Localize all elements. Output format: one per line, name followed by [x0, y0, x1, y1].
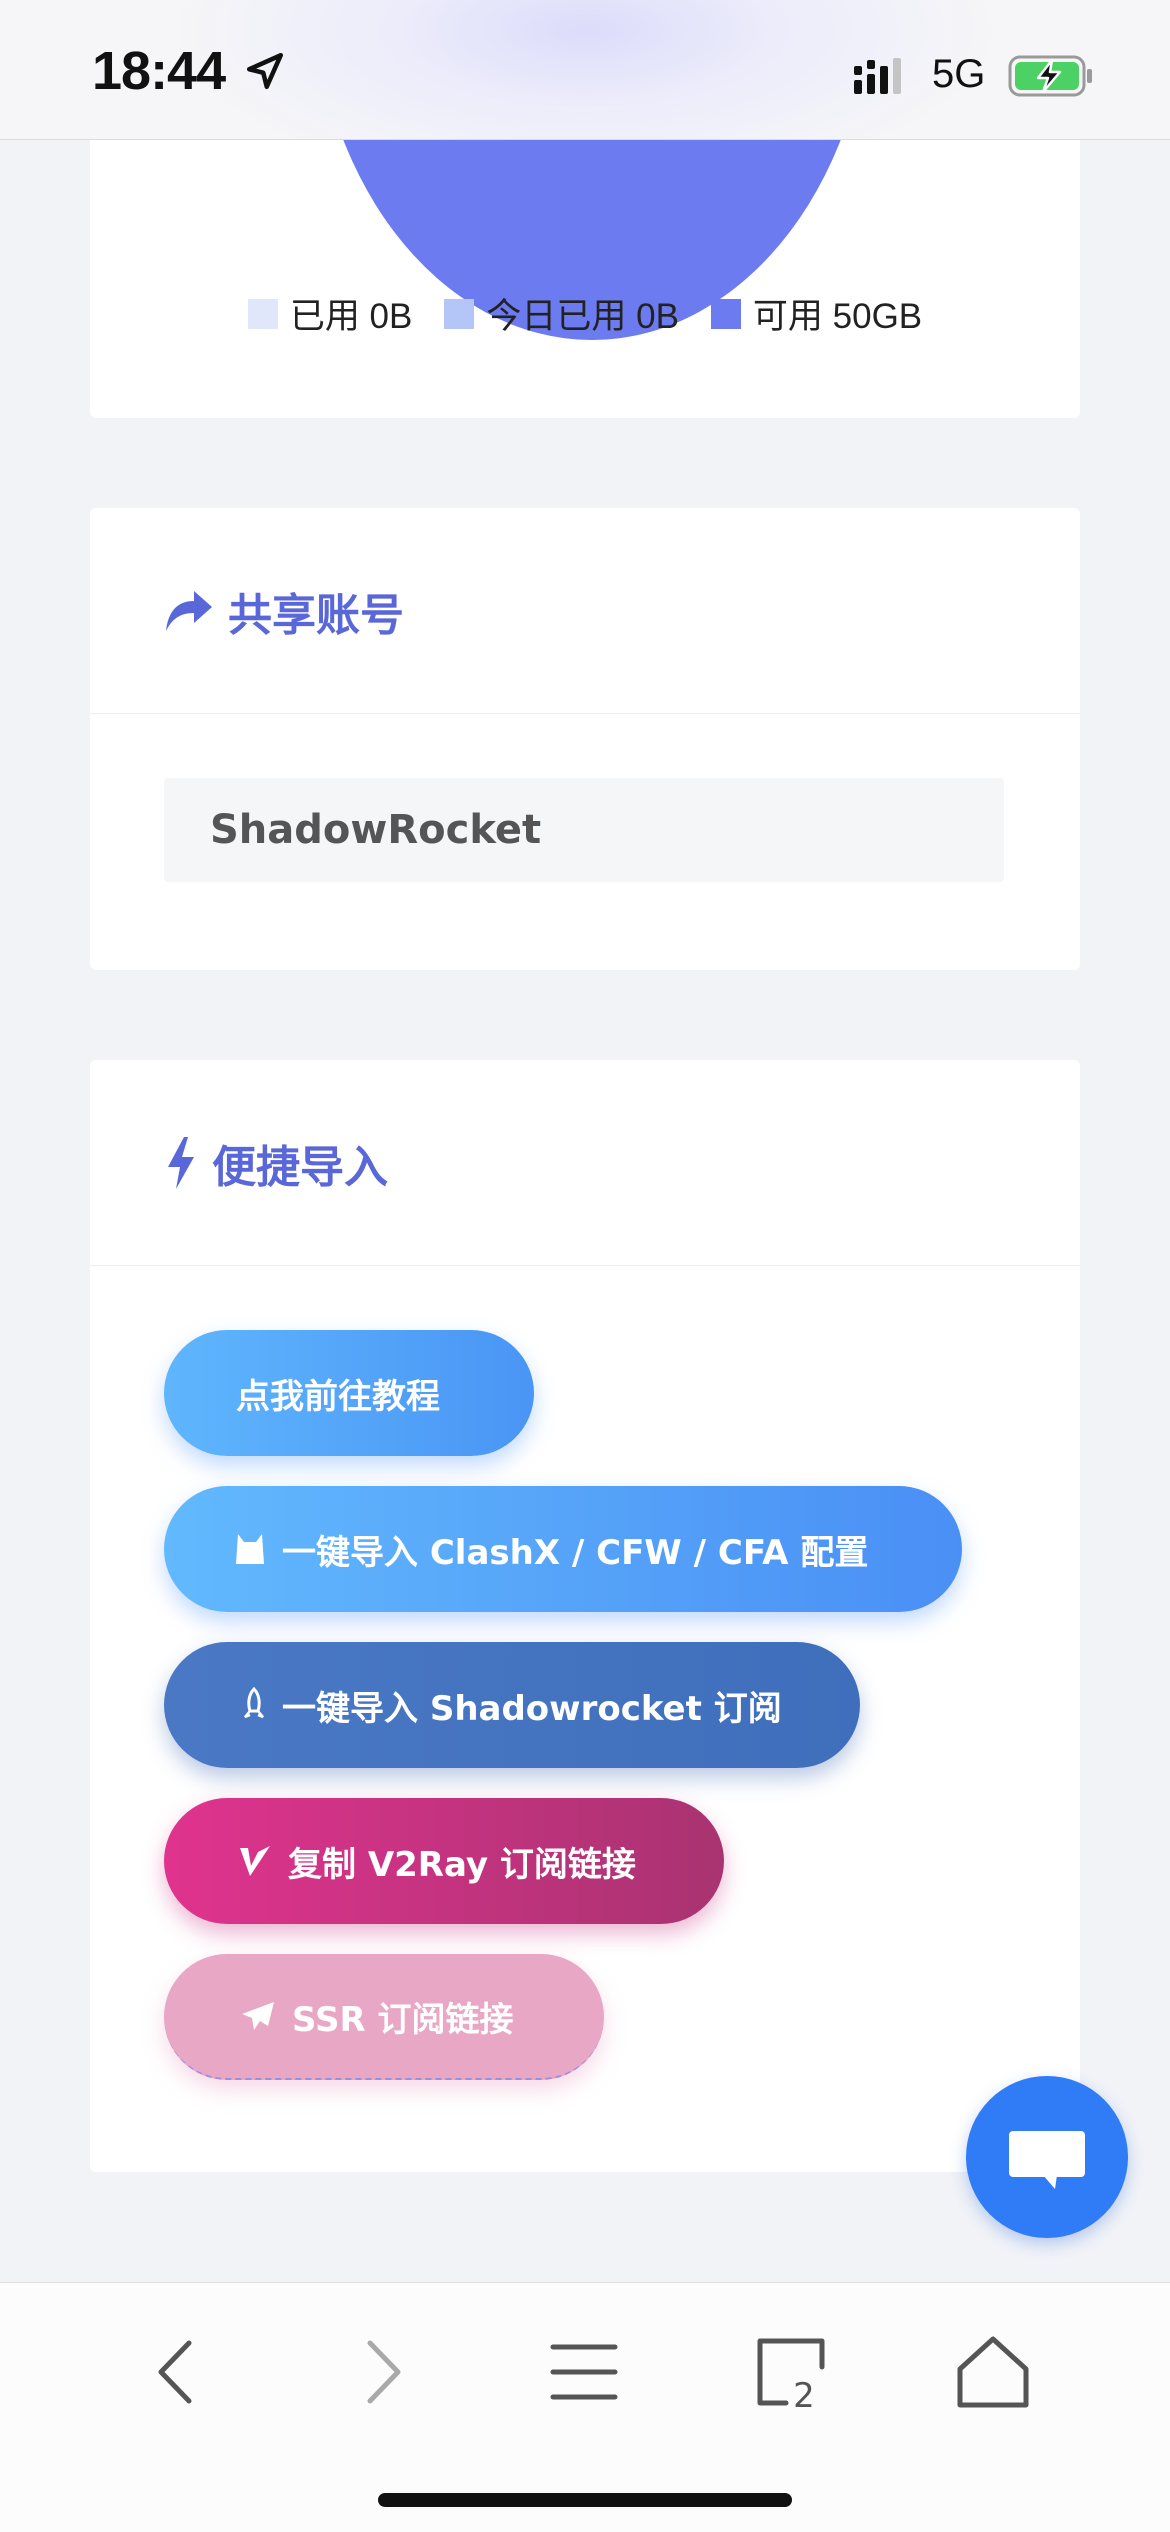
import-clash-button[interactable]: 一键导入 ClashX / CFW / CFA 配置: [164, 1486, 962, 1612]
chat-bubble-icon: [1009, 2131, 1085, 2189]
legend-item-available: 可用 50GB: [710, 288, 923, 339]
tutorial-button-label: 点我前往教程: [236, 1376, 440, 1417]
share-account-card: 共享账号 ShadowRocket: [90, 508, 1080, 970]
ssr-subscription-label: SSR 订阅链接: [292, 1999, 514, 2040]
forward-icon[interactable]: [336, 2327, 426, 2417]
copy-v2ray-button[interactable]: 复制 V2Ray 订阅链接: [164, 1798, 724, 1924]
rocket-icon: [244, 1687, 264, 1719]
home-indicator: [378, 2493, 792, 2507]
cat-icon: [236, 1534, 264, 1564]
usage-legend: 已用 0B 今日已用 0B 可用 50GB: [90, 288, 1080, 339]
back-icon[interactable]: [133, 2327, 223, 2417]
tutorial-button[interactable]: 点我前往教程: [164, 1330, 534, 1456]
legend-item-used: 已用 0B: [247, 288, 413, 339]
quick-import-title: 便捷导入: [212, 1141, 388, 1193]
signal-bars-icon: [854, 58, 901, 94]
location-arrow-icon: [246, 52, 284, 90]
quick-import-card: 便捷导入 点我前往教程 一键导入 ClashX / CFW / CFA 配置 一…: [90, 1060, 1080, 2172]
menu-icon[interactable]: [539, 2327, 629, 2417]
share-account-field[interactable]: ShadowRocket: [164, 778, 1004, 882]
tab-count: 2: [793, 2376, 815, 2416]
import-clash-label: 一键导入 ClashX / CFW / CFA 配置: [282, 1532, 869, 1573]
legend-label-used: 已用 0B: [289, 297, 413, 336]
share-forward-icon: [166, 590, 212, 631]
status-bar: 18:44 5G: [0, 0, 1170, 140]
legend-label-today: 今日已用 0B: [486, 297, 679, 336]
legend-swatch-available: [710, 298, 741, 329]
status-time: 18:44: [92, 41, 226, 101]
chat-button[interactable]: [966, 2076, 1128, 2238]
import-shadowrocket-label: 一键导入 Shadowrocket 订阅: [282, 1688, 782, 1729]
battery-charging-icon: [1008, 55, 1092, 97]
lightning-bolt-icon: [168, 1136, 194, 1189]
browser-toolbar: 2: [0, 2282, 1170, 2532]
network-type: 5G: [932, 52, 986, 96]
home-icon[interactable]: [948, 2327, 1038, 2417]
tabs-icon[interactable]: 2: [746, 2327, 836, 2417]
ssr-subscription-button[interactable]: SSR 订阅链接: [164, 1954, 604, 2080]
legend-label-available: 可用 50GB: [752, 297, 923, 336]
quick-import-header: 便捷导入: [90, 1060, 1080, 1266]
legend-swatch-used: [247, 298, 278, 329]
copy-v2ray-label: 复制 V2Ray 订阅链接: [288, 1844, 636, 1885]
share-account-header: 共享账号: [90, 508, 1080, 714]
v2ray-logo-icon: [240, 1846, 270, 1876]
legend-item-today: 今日已用 0B: [444, 288, 679, 339]
usage-card: 已用 0B 今日已用 0B 可用 50GB: [90, 100, 1080, 418]
import-shadowrocket-button[interactable]: 一键导入 Shadowrocket 订阅: [164, 1642, 860, 1768]
paper-plane-icon: [242, 2002, 274, 2030]
legend-swatch-today: [444, 298, 475, 329]
share-account-title: 共享账号: [228, 589, 404, 641]
